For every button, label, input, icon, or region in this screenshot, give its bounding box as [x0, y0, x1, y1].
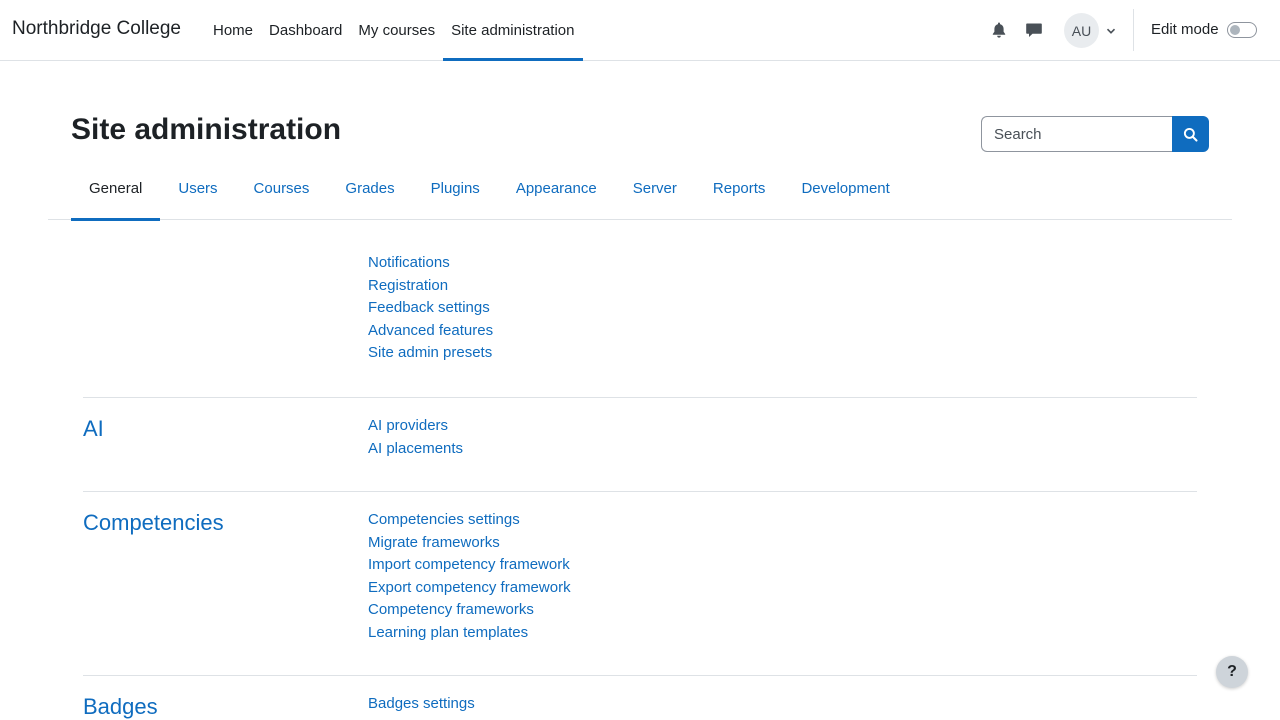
section-ai: AI AI providers AI placements — [83, 397, 1197, 492]
chevron-down-icon[interactable] — [1105, 24, 1117, 36]
list-item: Competency frameworks — [368, 599, 571, 622]
tab-plugins[interactable]: Plugins — [413, 160, 498, 220]
list-item: Advanced features — [368, 320, 493, 343]
section-links: Badges settings — [368, 693, 475, 716]
top-navbar: Northbridge College Home Dashboard My co… — [0, 0, 1280, 61]
link-ai-placements[interactable]: AI placements — [368, 440, 463, 457]
section-links: Notifications Registration Feedback sett… — [368, 252, 493, 365]
admin-tabs: General Users Courses Grades Plugins App… — [48, 160, 1232, 221]
link-export-competency-framework[interactable]: Export competency framework — [368, 579, 571, 596]
toggle-knob — [1230, 25, 1240, 35]
tab-reports[interactable]: Reports — [695, 160, 784, 220]
section-links: AI providers AI placements — [368, 415, 463, 460]
section-title-badges[interactable]: Badges — [83, 694, 158, 720]
chat-icon[interactable] — [1023, 19, 1045, 41]
list-item: Import competency framework — [368, 554, 571, 577]
list-item: Feedback settings — [368, 297, 493, 320]
tab-server[interactable]: Server — [615, 160, 695, 220]
list-item: Badges settings — [368, 693, 475, 716]
nav-dashboard[interactable]: Dashboard — [261, 0, 350, 60]
navbar-divider — [1133, 9, 1134, 51]
search-icon — [1183, 127, 1198, 142]
admin-search — [981, 116, 1209, 152]
link-site-admin-presets[interactable]: Site admin presets — [368, 344, 492, 361]
help-button[interactable]: ? — [1216, 656, 1248, 688]
primary-navigation: Home Dashboard My courses Site administr… — [205, 0, 583, 61]
link-migrate-frameworks[interactable]: Migrate frameworks — [368, 534, 500, 551]
section-title-ai[interactable]: AI — [83, 416, 104, 442]
list-item: AI placements — [368, 438, 463, 461]
list-item: Export competency framework — [368, 577, 571, 600]
link-registration[interactable]: Registration — [368, 277, 448, 294]
link-badges-settings[interactable]: Badges settings — [368, 695, 475, 712]
nav-site-administration[interactable]: Site administration — [443, 0, 583, 61]
bell-icon[interactable] — [988, 19, 1010, 41]
nav-my-courses[interactable]: My courses — [350, 0, 443, 60]
list-item: Learning plan templates — [368, 622, 571, 645]
list-item: AI providers — [368, 415, 463, 438]
page-title: Site administration — [71, 113, 342, 146]
section-general: Notifications Registration Feedback sett… — [83, 252, 1197, 397]
list-item: Registration — [368, 275, 493, 298]
tab-development[interactable]: Development — [783, 160, 907, 220]
list-item: Competencies settings — [368, 509, 571, 532]
tab-courses[interactable]: Courses — [236, 160, 328, 220]
link-advanced-features[interactable]: Advanced features — [368, 322, 493, 339]
list-item: Site admin presets — [368, 342, 493, 365]
edit-mode-label: Edit mode — [1151, 21, 1219, 38]
tab-users[interactable]: Users — [160, 160, 235, 220]
section-competencies: Competencies Competencies settings Migra… — [83, 491, 1197, 676]
link-feedback-settings[interactable]: Feedback settings — [368, 299, 490, 316]
section-badges: Badges Badges settings — [83, 675, 1197, 720]
link-import-competency-framework[interactable]: Import competency framework — [368, 556, 570, 573]
list-item: Notifications — [368, 252, 493, 275]
search-input[interactable] — [981, 116, 1174, 152]
section-links: Competencies settings Migrate frameworks… — [368, 509, 571, 644]
search-button[interactable] — [1172, 116, 1209, 152]
tab-grades[interactable]: Grades — [327, 160, 412, 220]
link-competency-frameworks[interactable]: Competency frameworks — [368, 601, 534, 618]
edit-mode-toggle[interactable] — [1227, 22, 1257, 38]
link-notifications[interactable]: Notifications — [368, 254, 450, 271]
avatar[interactable]: AU — [1064, 13, 1099, 48]
tab-appearance[interactable]: Appearance — [498, 160, 615, 220]
site-name[interactable]: Northbridge College — [12, 18, 181, 40]
link-learning-plan-templates[interactable]: Learning plan templates — [368, 624, 528, 641]
tab-general[interactable]: General — [71, 160, 161, 221]
nav-home[interactable]: Home — [205, 0, 261, 60]
link-competencies-settings[interactable]: Competencies settings — [368, 511, 520, 528]
link-ai-providers[interactable]: AI providers — [368, 417, 448, 434]
section-title-competencies[interactable]: Competencies — [83, 510, 224, 536]
list-item: Migrate frameworks — [368, 532, 571, 555]
